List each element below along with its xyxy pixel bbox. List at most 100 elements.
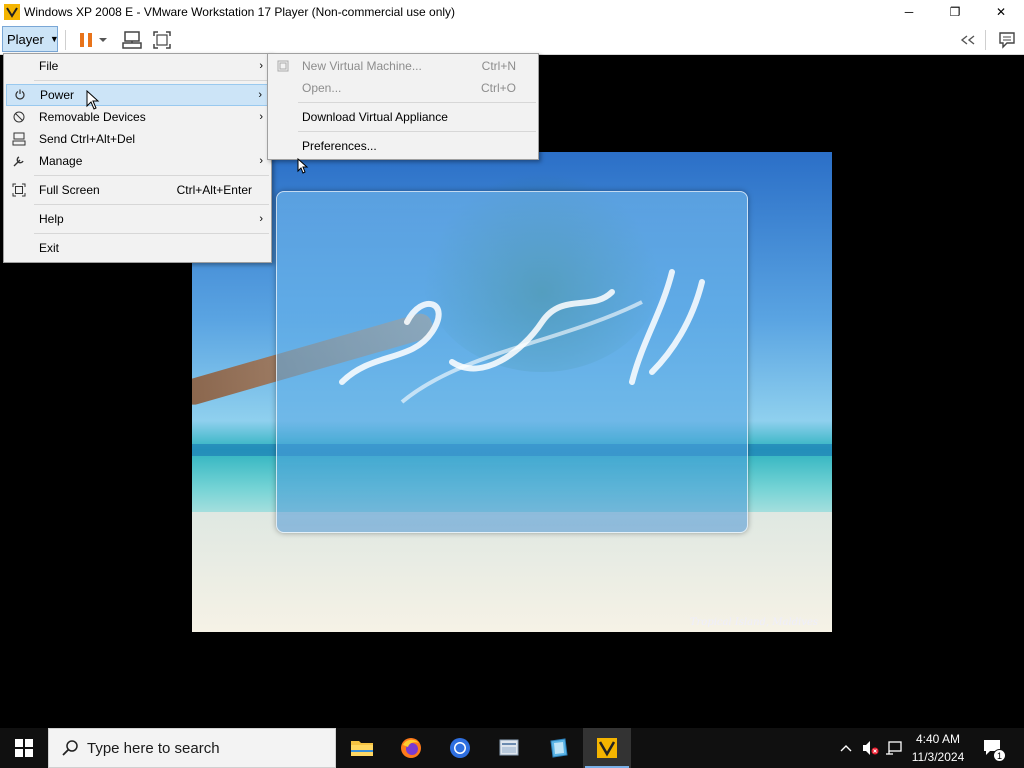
chevron-right-icon: ›: [258, 89, 262, 101]
menu-item-new-virtual-machine[interactable]: New Virtual Machine... Ctrl+N: [270, 55, 536, 77]
menu-item-file[interactable]: File ›: [6, 55, 269, 77]
minimize-button[interactable]: ─: [886, 0, 932, 24]
title-bar: Windows XP 2008 E - VMware Workstation 1…: [0, 0, 1024, 24]
double-chevron-left-icon: [960, 35, 975, 45]
menu-item-label: New Virtual Machine...: [302, 59, 422, 73]
message-icon: [999, 32, 1015, 49]
menu-item-label: Download Virtual Appliance: [302, 110, 448, 124]
menu-item-download-virtual-appliance[interactable]: Download Virtual Appliance: [270, 106, 536, 128]
guest-cursor-icon: [297, 158, 309, 174]
notifications-button[interactable]: 1: [978, 728, 1008, 768]
full-screen-icon: [11, 182, 27, 198]
mouse-cursor-icon: [86, 90, 100, 110]
calligraphy-graphic: [339, 269, 705, 404]
menu-item-label: Open...: [302, 81, 342, 95]
folder-icon: [351, 741, 373, 756]
vmware-icon: [4, 4, 20, 20]
removable-devices-icon: [11, 109, 27, 125]
wallpaper-caption: Tropical Island, Maldives: [689, 617, 818, 628]
vm-app-taskbar-button[interactable]: [534, 728, 582, 768]
windows-logo-icon: [15, 739, 33, 757]
new-vm-icon: [275, 58, 291, 74]
clock-date: 11/3/2024: [911, 750, 965, 764]
network-icon: [886, 741, 902, 755]
menu-item-label: Preferences...: [302, 139, 377, 153]
menu-item-help[interactable]: Help ›: [6, 208, 269, 230]
document-window-icon: [499, 739, 519, 756]
toolbar: Player ▼: [0, 24, 1024, 55]
menu-item-label: Help: [39, 212, 64, 226]
window-title: Windows XP 2008 E - VMware Workstation 1…: [24, 5, 456, 19]
full-screen-button[interactable]: [150, 28, 174, 52]
menu-item-label: File: [39, 59, 59, 73]
full-screen-icon: [153, 31, 171, 49]
power-icon: [12, 87, 28, 103]
chevron-up-icon: [840, 745, 852, 752]
menu-item-full-screen[interactable]: Full Screen Ctrl+Alt+Enter: [6, 179, 269, 201]
keyboard-computer-icon: [11, 131, 27, 147]
menu-item-label: Manage: [39, 154, 83, 168]
close-button[interactable]: ✕: [978, 0, 1024, 24]
menu-divider: [298, 131, 536, 132]
pause-icon: [80, 33, 92, 47]
file-explorer-taskbar-button[interactable]: [338, 728, 386, 768]
firefox-icon: [401, 738, 421, 758]
player-menu-label: Player: [7, 31, 44, 47]
chrome-taskbar-button[interactable]: [436, 728, 484, 768]
keyboard-computer-icon: [122, 31, 142, 49]
chevron-right-icon: ›: [259, 111, 263, 123]
guest-desktop[interactable]: Tropical Island, Maldives: [192, 152, 832, 632]
chevron-right-icon: ›: [259, 155, 263, 167]
menu-divider: [34, 204, 269, 205]
player-menu-button[interactable]: Player ▼: [2, 26, 59, 52]
menu-item-exit[interactable]: Exit: [6, 237, 269, 259]
taskbar: Type here to search 4:40 AM 11/3/2024 1: [0, 728, 1024, 768]
start-button[interactable]: [0, 728, 48, 768]
taskbar-clock[interactable]: 4:40 AM 11/3/2024: [902, 728, 974, 768]
show-hidden-icons-button[interactable]: [836, 728, 856, 768]
power-options-dropdown[interactable]: [96, 28, 110, 52]
search-placeholder: Type here to search: [87, 739, 220, 757]
send-ctrl-alt-del-button[interactable]: [120, 28, 144, 52]
menu-divider: [34, 175, 269, 176]
restore-button[interactable]: ❐: [932, 0, 978, 24]
volume-muted-icon: [863, 741, 879, 755]
vmware-player-taskbar-button[interactable]: [583, 728, 631, 768]
virtual-disk-icon: [550, 738, 568, 758]
chevron-down-icon: [99, 38, 107, 42]
menu-item-send-ctrl-alt-del[interactable]: Send Ctrl+Alt+Del: [6, 128, 269, 150]
wrench-icon: [11, 153, 27, 169]
menu-item-preferences[interactable]: Preferences...: [270, 135, 536, 157]
menu-item-label: Power: [40, 88, 75, 102]
firefox-taskbar-button[interactable]: [387, 728, 435, 768]
file-submenu: New Virtual Machine... Ctrl+N Open... Ct…: [267, 53, 539, 160]
chevron-down-icon: ▼: [49, 34, 59, 44]
menu-item-label: Full Screen: [39, 183, 100, 197]
chrome-icon: [450, 738, 470, 758]
menu-item-shortcut: Ctrl+O: [480, 81, 516, 95]
menu-item-label: Send Ctrl+Alt+Del: [39, 132, 136, 146]
chevron-right-icon: ›: [259, 213, 263, 225]
pause-button[interactable]: [74, 28, 98, 52]
clock-time: 4:40 AM: [915, 732, 961, 746]
menu-item-removable-devices[interactable]: Removable Devices ›: [6, 106, 269, 128]
search-icon: [62, 740, 78, 756]
toolbar-divider: [65, 30, 66, 50]
menu-item-manage[interactable]: Manage ›: [6, 150, 269, 172]
vmware-icon: [597, 738, 617, 758]
menu-item-shortcut: Ctrl+N: [481, 59, 516, 73]
menu-item-label: Removable Devices: [39, 110, 146, 124]
volume-button[interactable]: [858, 728, 882, 768]
player-menu: File › Power › Removable Devices › Send …: [3, 53, 272, 263]
app-taskbar-button[interactable]: [485, 728, 533, 768]
menu-item-power[interactable]: Power ›: [6, 84, 269, 106]
menu-divider: [34, 233, 269, 234]
toolbar-divider: [985, 30, 986, 50]
taskbar-search-box[interactable]: Type here to search: [48, 728, 336, 768]
collapse-toolbar-button[interactable]: [956, 28, 980, 52]
chevron-right-icon: ›: [259, 60, 263, 72]
menu-item-label: Exit: [39, 241, 60, 255]
menu-item-open[interactable]: Open... Ctrl+O: [270, 77, 536, 99]
notification-count-badge: 1: [993, 749, 1006, 762]
message-log-button[interactable]: [995, 28, 1019, 52]
